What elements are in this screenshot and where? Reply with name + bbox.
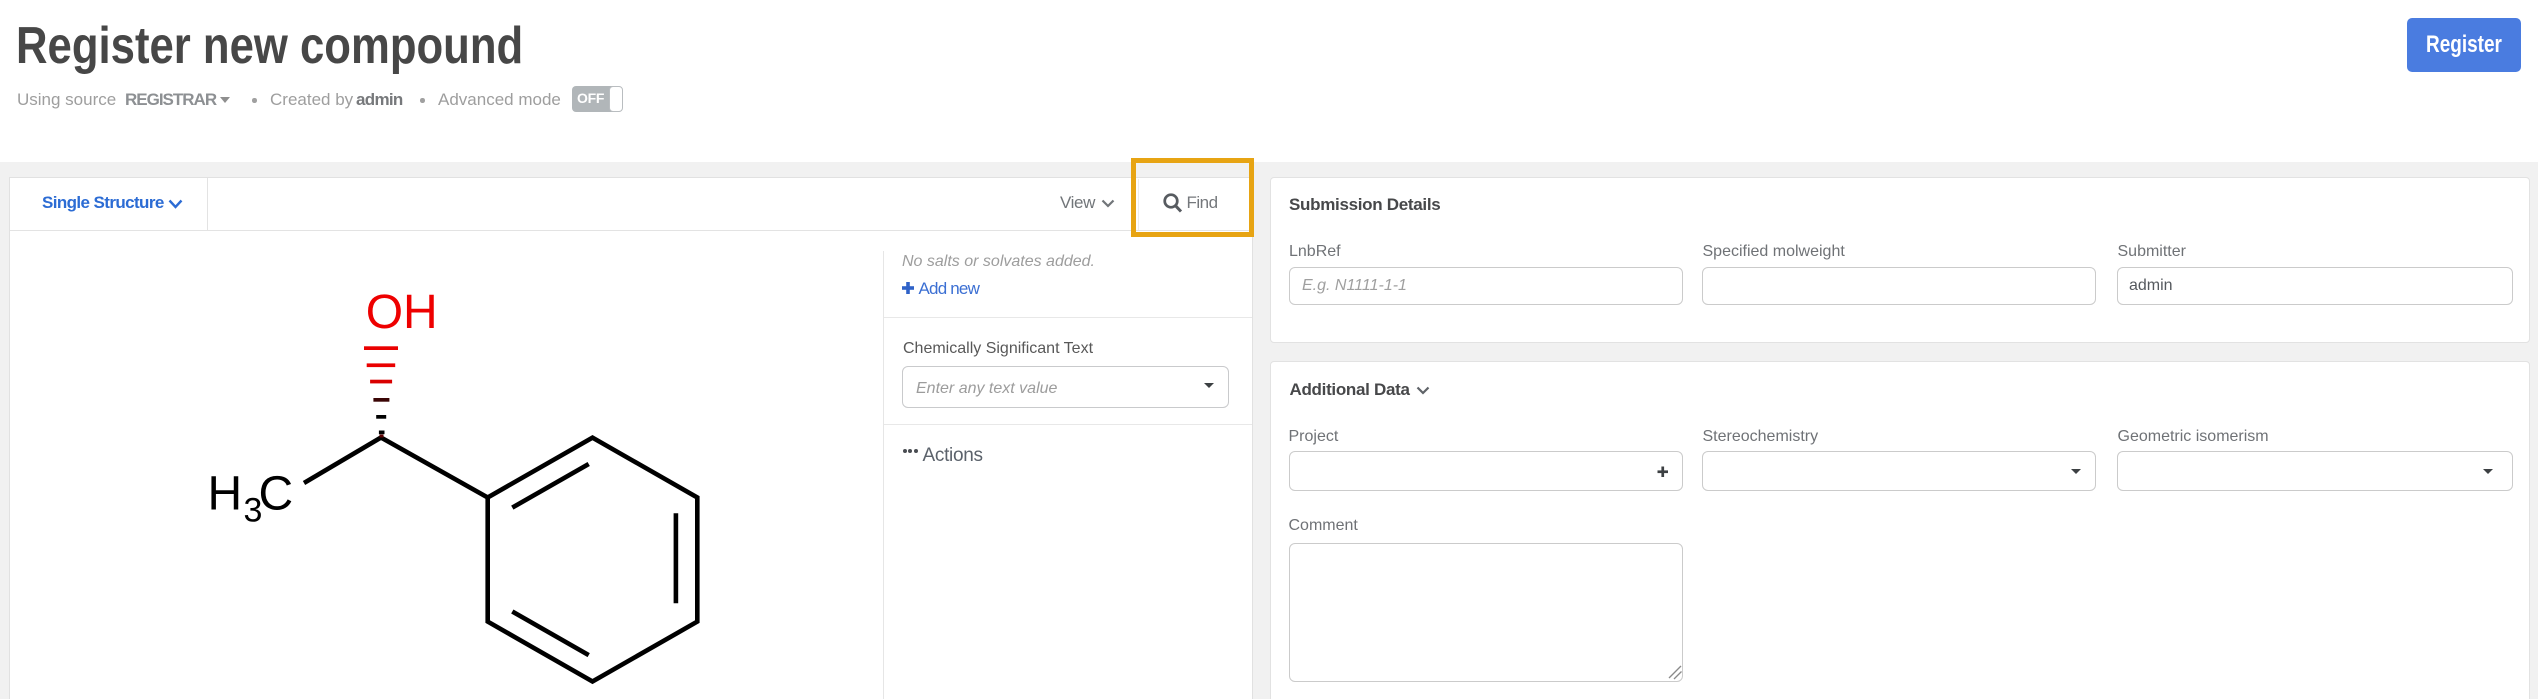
svg-text:OH: OH (366, 286, 438, 339)
svg-text:H: H (208, 468, 243, 521)
svg-text:C: C (259, 468, 294, 521)
